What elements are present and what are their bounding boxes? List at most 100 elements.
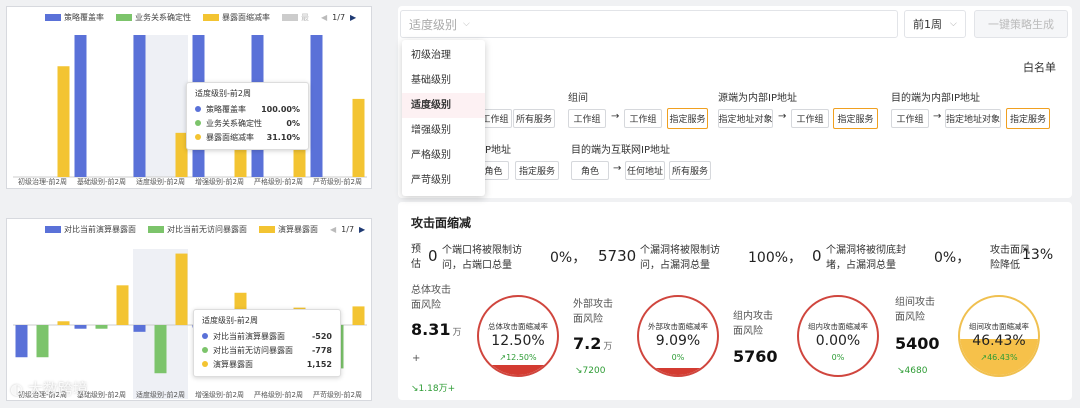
policy-chip: 任何地址	[625, 161, 665, 180]
arrow-icon: →	[611, 111, 620, 122]
reduction-rate-gauge: 总体攻击面缩减率 12.50% ↗12.50%	[477, 295, 559, 377]
stat-number: 0	[428, 247, 438, 265]
chart-panel-exposure: 对比当前演算暴露面 对比当前无访问暴露面 演算暴露面 ◀ 1/7 ▶ 初级治理-…	[6, 218, 372, 401]
bar	[175, 253, 188, 325]
x-tick-label: 严苛级别-前2周	[313, 390, 362, 399]
policy-chip: 角色	[571, 161, 609, 180]
bar	[352, 98, 365, 177]
section-title: 攻击面缩减	[411, 216, 472, 230]
chevron-down-icon: ⌵	[463, 19, 470, 29]
gauge-fill	[639, 367, 717, 375]
period-select[interactable]: 前1周 ⌵	[904, 10, 966, 38]
arrow-icon: →	[778, 111, 787, 122]
forecast-label-2: 估	[411, 259, 421, 270]
group-title: 目的端为互联网IP地址	[571, 145, 670, 156]
dropdown-item[interactable]: 严苛级别	[402, 168, 485, 193]
bar	[116, 285, 129, 325]
policy-chip: 所有服务	[513, 109, 555, 128]
dropdown-item[interactable]: 增强级别	[402, 118, 485, 143]
kpi-label: 面风险	[573, 314, 603, 325]
kpi-plus: +	[412, 353, 421, 364]
level-select[interactable]: 适度级别 ⌵	[400, 10, 898, 38]
arrow-icon: →	[933, 111, 942, 122]
policy-chip: 工作组	[624, 109, 662, 128]
reduction-rate-gauge: 组内攻击面缩减率 0.00% 0%	[797, 295, 879, 377]
kpi-value: 8.31 万	[411, 320, 462, 339]
policy-chip: 指定地址对象	[945, 109, 1001, 128]
watermark: ◐ 大数跨境	[10, 380, 88, 398]
watermark-logo-icon: ◐	[10, 380, 24, 398]
kpi-trend: ↘7200	[575, 366, 606, 376]
policy-chip-highlight[interactable]: 指定服务	[667, 108, 708, 129]
stat-desc: 问，占漏洞总量	[640, 260, 710, 271]
x-tick-label: 增强级别-前2周	[195, 177, 244, 186]
x-tick-label: 适度级别-前2周	[136, 390, 185, 399]
bar	[57, 321, 70, 325]
policy-panel: 适度级别 ⌵ 前1周 ⌵ 一键策略生成 白名单 工作组 所有服务 组间 工作组 …	[398, 6, 1072, 198]
risk-drop-label: 险降低	[990, 260, 1020, 271]
x-tick-label: 增强级别-前2周	[195, 390, 244, 399]
policy-chip: 指定地址对象	[718, 109, 773, 128]
generate-policy-button[interactable]: 一键策略生成	[974, 10, 1068, 38]
stat-pct: 0%，	[550, 250, 587, 266]
bar	[74, 325, 87, 329]
group-title: 源端为内部IP地址	[718, 93, 797, 104]
dropdown-item[interactable]: 初级治理	[402, 43, 485, 68]
kpi-label: 外部攻击	[573, 299, 613, 310]
policy-chip-highlight[interactable]: 指定服务	[833, 108, 878, 129]
stat-desc: 堵，占漏洞总量	[826, 260, 896, 271]
kpi-value: 7.2 万	[573, 334, 613, 353]
policy-chip-highlight[interactable]: 指定服务	[1006, 108, 1050, 129]
policy-chip: 工作组	[791, 109, 829, 128]
kpi-label: 面风险	[411, 300, 441, 311]
kpi-label: 面风险	[895, 312, 925, 323]
x-tick-label: 严格级别-前2周	[254, 177, 303, 186]
bar	[15, 325, 28, 358]
x-tick-label: 适度级别-前2周	[136, 177, 185, 186]
kpi-value: 5400	[895, 334, 940, 353]
dropdown-item[interactable]: 严格级别	[402, 143, 485, 168]
chevron-down-icon: ⌵	[950, 19, 957, 29]
forecast-label-1: 预	[411, 244, 421, 255]
group-title: IP地址	[482, 145, 511, 156]
stat-number: 5730	[598, 247, 637, 265]
stat-pct: 0%，	[934, 250, 971, 266]
stat-desc: 问，占端口总量	[442, 260, 512, 271]
kpi-label: 总体攻击	[411, 285, 451, 296]
kpi-label: 组间攻击	[895, 297, 935, 308]
reduction-rate-gauge: 外部攻击面缩减率 9.09% 0%	[637, 295, 719, 377]
bar	[57, 66, 70, 177]
stat-pct: 100%，	[748, 250, 803, 266]
bar	[95, 325, 108, 329]
dropdown-item-selected[interactable]: 适度级别	[402, 93, 485, 118]
kpi-trend: ↘1.18万+	[411, 384, 456, 394]
level-dropdown-menu: 初级治理 基础级别 适度级别 增强级别 严格级别 严苛级别	[402, 40, 485, 196]
group-title: 组间	[568, 93, 588, 104]
stat-desc: 个漏洞将被限制访	[640, 245, 720, 256]
bar	[310, 35, 323, 177]
whitelist-label: 白名单	[1023, 61, 1056, 74]
chart-panel-coverage: 策略覆盖率 业务关系确定性 暴露面缩减率 最 ◀ 1/7 ▶ 初级治理-前2周基…	[6, 6, 372, 189]
attack-surface-panel: 攻击面缩减 预 估 0 个端口将被限制访 问，占端口总量 0%， 5730 个漏…	[398, 202, 1072, 400]
reduction-rate-gauge: 组间攻击面缩减率 46.43% ↗46.43%	[958, 295, 1040, 377]
policy-chip: 指定服务	[515, 161, 559, 180]
chart-tooltip: 适度级别-前2周 对比当前演算暴露面 -520 对比当前无访问暴露面 -778 演算…	[193, 309, 341, 377]
risk-drop-pct: 13%	[1022, 247, 1054, 263]
chart-tooltip: 适度级别-前2周 策略覆盖率 100.00% 业务关系确定性 0% 暴露面缩减率 31…	[186, 82, 309, 150]
bar	[133, 35, 146, 177]
group-title: 目的端为内部IP地址	[891, 93, 980, 104]
bar	[154, 325, 167, 374]
x-tick-label: 严苛级别-前2周	[313, 177, 362, 186]
bar	[133, 325, 146, 332]
kpi-value: 5760	[733, 347, 778, 366]
x-tick-label: 严格级别-前2周	[254, 390, 303, 399]
x-tick-label: 初级治理-前2周	[18, 177, 67, 186]
policy-chip: 所有服务	[669, 161, 711, 180]
stat-number: 0	[812, 247, 822, 265]
bar	[352, 306, 365, 325]
gauge-fill	[479, 365, 557, 375]
dropdown-item[interactable]: 基础级别	[402, 68, 485, 93]
kpi-label: 组内攻击	[733, 311, 773, 322]
stat-desc: 个漏洞将被彻底封	[826, 245, 906, 256]
kpi-label: 面风险	[733, 326, 763, 337]
